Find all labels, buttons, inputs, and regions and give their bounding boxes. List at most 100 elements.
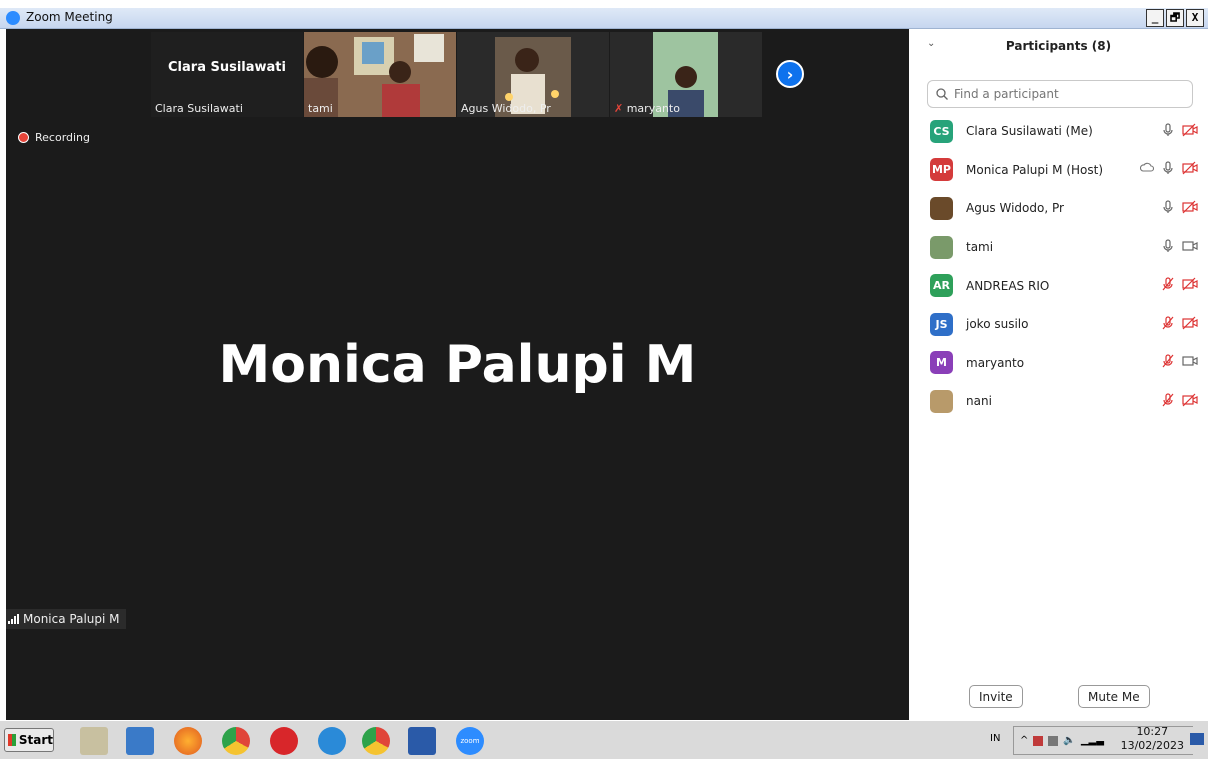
mic-muted-icon[interactable] (1161, 276, 1175, 295)
window-controls: _ 🗗 X (1146, 9, 1204, 27)
participant-avatar: MP (930, 158, 953, 182)
start-button[interactable]: Start (4, 728, 54, 752)
participant-status-icons (1161, 199, 1198, 218)
minimize-button[interactable]: _ (1146, 9, 1164, 27)
taskbar: Start zoom IN ^ 🔈 ▁▂▃ 10:27 13/02/2023 (0, 720, 1208, 759)
chrome-icon[interactable] (222, 727, 250, 755)
participant-list: CS Clara Susilawati (Me) MP Monica Palupi M… (909, 112, 1208, 421)
participant-avatar (930, 389, 953, 413)
mic-icon[interactable] (1161, 160, 1175, 179)
record-icon (18, 132, 29, 143)
participant-avatar: JS (930, 312, 953, 336)
active-speaker-label: Monica Palupi M (6, 609, 126, 629)
participant-name: nani (966, 394, 992, 409)
firefox-icon[interactable] (174, 727, 202, 755)
participant-status-icons (1161, 392, 1198, 411)
video-off-icon[interactable] (1182, 160, 1198, 179)
participant-name: Monica Palupi M (Host) (966, 162, 1104, 177)
window-title: Zoom Meeting (26, 10, 113, 24)
mute-me-button[interactable]: Mute Me (1078, 685, 1150, 708)
video-icon[interactable] (1182, 353, 1198, 372)
mic-icon[interactable] (1161, 199, 1175, 218)
participant-avatar: AR (930, 274, 953, 298)
video-off-icon[interactable] (1182, 199, 1198, 218)
mic-muted-icon: ✗ (614, 102, 624, 115)
opera-icon[interactable] (270, 727, 298, 755)
participant-avatar: M (930, 351, 953, 375)
video-off-icon[interactable] (1182, 122, 1198, 141)
system-clock[interactable]: 10:27 13/02/2023 (1121, 725, 1184, 753)
participant-search[interactable] (927, 80, 1193, 108)
word-icon[interactable] (408, 727, 436, 755)
network-icon[interactable] (1033, 735, 1044, 746)
volume-icon[interactable]: 🔈 (1063, 735, 1075, 746)
mic-icon[interactable] (1161, 122, 1175, 141)
participant-status-icons (1161, 238, 1198, 257)
participant-row[interactable]: AR ANDREAS RIO (909, 266, 1208, 305)
participant-row[interactable]: Mmaryanto (909, 344, 1208, 383)
zoom-taskbar-icon[interactable]: zoom (456, 727, 484, 755)
participant-status-icons (1161, 122, 1198, 141)
participant-name: Agus Widodo, Pr (966, 201, 1064, 216)
next-page-button[interactable]: › (776, 60, 804, 88)
zoom-app-icon (6, 11, 20, 25)
video-off-icon[interactable] (1182, 392, 1198, 411)
tile-label: Agus Widodo, Pr (461, 102, 551, 115)
search-input[interactable] (952, 86, 1186, 102)
tray-expand-icon[interactable]: ^ (1020, 735, 1028, 746)
video-tile-tami[interactable]: tami (304, 32, 456, 117)
participant-status-icons (1161, 276, 1198, 295)
participant-status-icons (1161, 353, 1198, 372)
chrome-profile-icon[interactable] (362, 727, 390, 755)
meeting-stage: Clara Susilawati Clara Susilawati tami A… (6, 29, 909, 720)
video-off-icon[interactable] (1182, 276, 1198, 295)
participant-name: tami (966, 240, 994, 255)
window-title-bar: Zoom Meeting _ 🗗 X (0, 8, 1208, 29)
recording-indicator: Recording (18, 131, 90, 144)
video-icon[interactable] (1182, 238, 1198, 257)
participant-name: ANDREAS RIO (966, 278, 1050, 293)
participant-status-icons (1139, 160, 1198, 179)
language-indicator[interactable]: IN (990, 733, 1000, 744)
participants-panel: ⌄ Participants (8) CSClara Susilawati (M… (909, 29, 1208, 720)
mic-muted-icon[interactable] (1161, 392, 1175, 411)
mic-muted-icon[interactable] (1161, 315, 1175, 334)
participant-row[interactable]: tami (909, 228, 1208, 267)
participant-name: joko susilo (966, 317, 1029, 332)
participant-name: Clara Susilawati (Me) (966, 124, 1093, 139)
participant-avatar: CS (930, 119, 953, 143)
tile-speaker-name: Clara Susilawati (168, 60, 286, 75)
signal-strength-icon (8, 614, 19, 624)
tile-label: Clara Susilawati (155, 102, 243, 115)
virtualbox-icon[interactable] (126, 727, 154, 755)
video-tile-maryanto[interactable]: ✗ maryanto (610, 32, 762, 117)
video-tile-agus[interactable]: Agus Widodo, Pr (457, 32, 609, 117)
participant-row[interactable]: CS Clara Susilawati (Me) (909, 112, 1208, 151)
close-button[interactable]: X (1186, 9, 1204, 27)
active-speaker-name: Monica Palupi M (218, 335, 697, 395)
cloud-recording-icon (1139, 160, 1155, 179)
video-off-icon[interactable] (1182, 315, 1198, 334)
invite-button[interactable]: Invite (969, 685, 1023, 708)
participant-status-icons (1161, 315, 1198, 334)
participant-row[interactable]: Agus Widodo, Pr (909, 189, 1208, 228)
video-tile-clara[interactable]: Clara Susilawati Clara Susilawati (151, 32, 303, 117)
participant-row[interactable]: JS joko susilo (909, 305, 1208, 344)
participant-name: maryanto (966, 355, 1025, 370)
search-icon (936, 88, 948, 100)
mic-icon[interactable] (1161, 238, 1175, 257)
participant-avatar (930, 235, 953, 259)
wifi-icon[interactable]: ▁▂▃ (1081, 735, 1104, 746)
participants-title: Participants (8) (1005, 39, 1112, 53)
tile-label: ✗ maryanto (614, 102, 680, 115)
show-desktop-icon[interactable] (1190, 733, 1204, 745)
participant-row[interactable]: MP Monica Palupi M (Host) (909, 151, 1208, 190)
restore-button[interactable]: 🗗 (1166, 9, 1184, 27)
participant-avatar (930, 196, 953, 220)
internet-explorer-icon[interactable] (318, 727, 346, 755)
windows-logo-icon (8, 734, 16, 746)
mic-muted-icon[interactable] (1161, 353, 1175, 372)
participant-row[interactable]: nani (909, 382, 1208, 421)
power-icon[interactable] (1048, 735, 1059, 746)
file-explorer-icon[interactable] (80, 727, 108, 755)
